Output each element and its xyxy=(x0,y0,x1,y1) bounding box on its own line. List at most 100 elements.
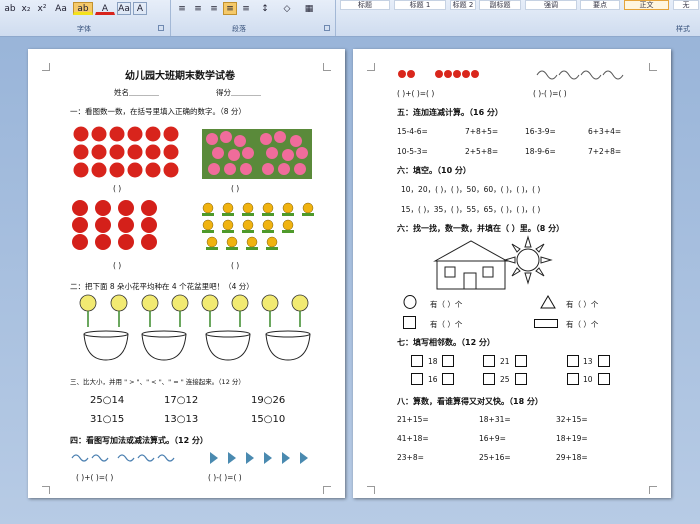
answer-box[interactable] xyxy=(598,355,610,367)
page-1[interactable]: 幼儿园大班期末数学试卷 姓名＿＿＿＿ 得分＿＿＿＿ 一：看图数一数，在括号里填入… xyxy=(28,49,345,498)
apple xyxy=(91,126,107,142)
apple xyxy=(73,126,89,142)
calc-item: 25+16= xyxy=(479,453,511,462)
page-2[interactable]: ( )+( )=( ) ( )-( )=( ) 五：连加连减计算。（16 分） … xyxy=(353,49,671,498)
question-6b: 六：找一找，数一数，并填在（ ）里。（8 分） xyxy=(397,224,565,233)
style-heading1[interactable]: 标题 1 xyxy=(394,0,446,10)
font-color-icon: A xyxy=(101,4,109,14)
apple xyxy=(127,162,143,178)
style-subtitle[interactable]: 副标题 xyxy=(479,0,521,10)
distributed-button[interactable]: ≡ xyxy=(239,2,253,15)
style-no-spacing[interactable]: 无 xyxy=(673,0,699,10)
calc-item: 16+9= xyxy=(479,434,506,443)
neighbor-number: 16 xyxy=(428,375,438,384)
equation-blank[interactable]: ( )+( )=( ) xyxy=(76,473,113,482)
answer-box[interactable] xyxy=(442,373,454,385)
question-3: 三、比大小，并用 " > "、" < "、" = " 连接起来。（12 分） xyxy=(70,378,245,386)
shading-button[interactable]: ◇ xyxy=(277,2,297,15)
answer-box[interactable] xyxy=(411,373,423,385)
apple xyxy=(163,126,179,142)
style-heading2[interactable]: 标题 2 xyxy=(450,0,476,10)
strikethrough-button[interactable]: ab xyxy=(3,2,17,15)
font-dialog-launcher[interactable] xyxy=(158,25,164,31)
apple xyxy=(163,162,179,178)
highlight-button[interactable]: ab xyxy=(73,2,93,15)
sequence-row: 10，20，( )，( )，50，60，( )，( )，( ) xyxy=(401,185,541,194)
change-case-button[interactable]: Aa xyxy=(51,2,71,15)
question-6: 六：填空。（10 分） xyxy=(397,166,471,175)
equation-blank[interactable]: ( )+( )=( ) xyxy=(397,89,434,98)
compare-item: 13○13 xyxy=(164,414,199,425)
compare-item: 15○10 xyxy=(251,414,286,425)
apple xyxy=(73,162,89,178)
square-shape-icon xyxy=(403,316,416,329)
question-1: 一：看图数一数，在括号里填入正确的数字。（8 分） xyxy=(70,107,246,116)
answer-box[interactable] xyxy=(442,355,454,367)
group-separator xyxy=(170,0,171,36)
calc-item: 16-3-9= xyxy=(525,127,556,136)
roses-picture xyxy=(202,129,312,179)
answer-box[interactable] xyxy=(483,355,495,367)
shape-count[interactable]: 有（ ）个 xyxy=(430,299,462,310)
borders-button[interactable]: ▦ xyxy=(299,2,319,15)
apple xyxy=(145,126,161,142)
equation-blank[interactable]: ( )-( )=( ) xyxy=(533,89,567,98)
apple xyxy=(91,144,107,160)
apple xyxy=(127,126,143,142)
calc-item: 7+2+8= xyxy=(588,147,622,156)
paragraph-dialog-launcher[interactable] xyxy=(324,25,330,31)
calc-item: 6+3+4= xyxy=(588,127,622,136)
tomato-grid-picture xyxy=(72,200,157,250)
answer-box[interactable] xyxy=(515,355,527,367)
apple xyxy=(109,162,125,178)
group-separator xyxy=(335,0,336,36)
apple xyxy=(91,162,107,178)
justify-button[interactable]: ≡ xyxy=(223,2,237,15)
equation-blank[interactable]: ( )-( )=( ) xyxy=(208,473,242,482)
margin-corner xyxy=(323,63,331,71)
calc-item: 32+15= xyxy=(556,415,588,424)
margin-corner xyxy=(649,486,657,494)
answer-box[interactable] xyxy=(515,373,527,385)
font-color-button[interactable]: A xyxy=(95,2,115,15)
calc-item: 18+31= xyxy=(479,415,511,424)
answer-blank[interactable]: ( ) xyxy=(231,184,239,193)
align-right-button[interactable]: ≡ xyxy=(207,2,221,15)
calc-item: 2+5+8= xyxy=(465,147,499,156)
neighbor-number: 18 xyxy=(428,357,438,366)
superscript-button[interactable]: x² xyxy=(35,2,49,15)
sunflower-grid-picture xyxy=(202,202,314,250)
answer-box[interactable] xyxy=(567,373,579,385)
answer-box[interactable] xyxy=(598,373,610,385)
answer-box[interactable] xyxy=(483,373,495,385)
answer-blank[interactable]: ( ) xyxy=(113,261,121,270)
enclose-char-button[interactable]: A xyxy=(133,2,147,15)
style-strong[interactable]: 要点 xyxy=(580,0,620,10)
answer-box[interactable] xyxy=(567,355,579,367)
calc-item: 7+8+5= xyxy=(465,127,499,136)
style-title[interactable]: 标题 xyxy=(340,0,390,10)
style-normal[interactable]: 正文 xyxy=(624,0,669,10)
shape-count[interactable]: 有（ ）个 xyxy=(566,319,598,330)
style-emphasis[interactable]: 强调 xyxy=(525,0,577,10)
question-7: 七：填写相邻数。（12 分） xyxy=(397,338,495,347)
styles-group-label: 样式 xyxy=(676,25,690,33)
font-toolbar: ab x₂ x² Aa ab A Aa A xyxy=(3,1,147,16)
align-left-button[interactable]: ≡ xyxy=(175,2,189,15)
answer-box[interactable] xyxy=(411,355,423,367)
neighbor-number: 10 xyxy=(583,375,593,384)
line-spacing-button[interactable]: ↕ xyxy=(255,2,275,15)
answer-blank[interactable]: ( ) xyxy=(113,184,121,193)
compare-item: 19○26 xyxy=(251,395,286,406)
margin-corner xyxy=(42,63,50,71)
subscript-button[interactable]: x₂ xyxy=(19,2,33,15)
align-center-button[interactable]: ≡ xyxy=(191,2,205,15)
margin-corner xyxy=(649,63,657,71)
sequence-row: 15，( )，35，( )，55，65，( )，( )，( ) xyxy=(401,205,541,214)
shape-count[interactable]: 有（ ）个 xyxy=(430,319,462,330)
answer-blank[interactable]: ( ) xyxy=(231,261,239,270)
char-shading-button[interactable]: Aa xyxy=(117,2,131,15)
apple xyxy=(109,126,125,142)
shape-count[interactable]: 有（ ）个 xyxy=(566,299,598,310)
calc-item: 18+19= xyxy=(556,434,588,443)
